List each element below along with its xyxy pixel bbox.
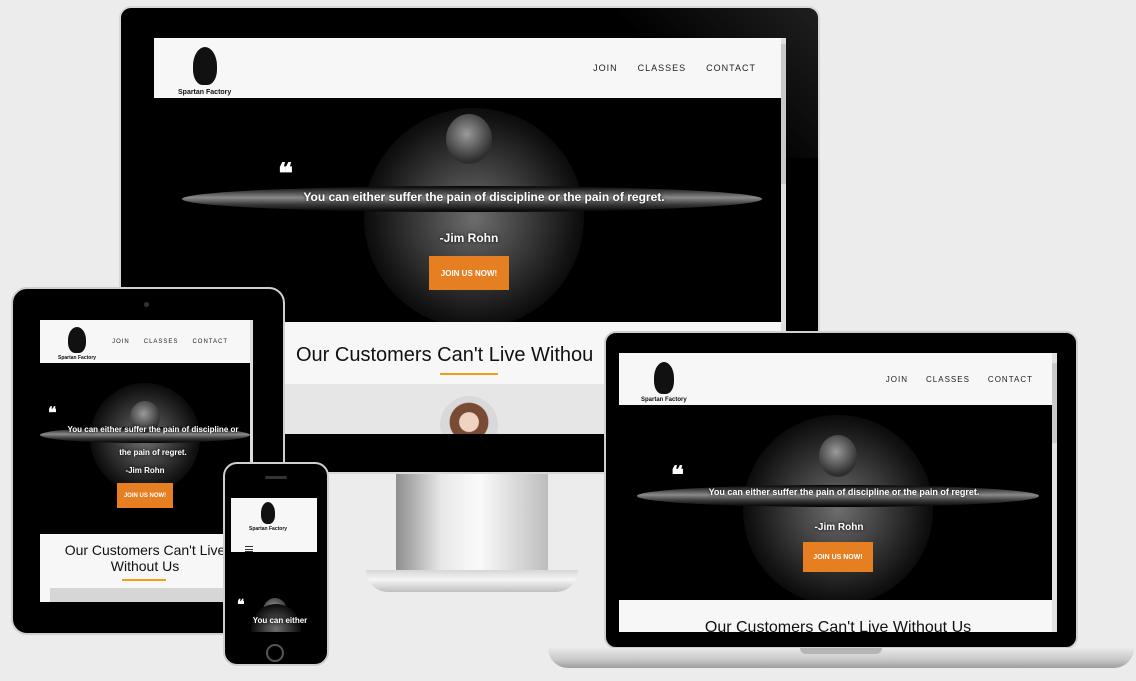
monitor-navbar: Spartan Factory JOIN CLASSES CONTACT [154,38,786,98]
laptop-section-title: Our Customers Can't Live Without Us [704,619,972,632]
monitor-logo[interactable]: Spartan Factory [178,46,232,96]
monitor-stand-base [366,570,578,592]
quote-mark-icon: ❝ [278,157,294,190]
hero-quote-line2: the pain of regret. [119,448,187,457]
tablet-menu: JOIN CLASSES CONTACT [112,339,228,345]
monitor-title-underline [440,373,498,375]
nav-classes[interactable]: CLASSES [926,375,970,384]
spartan-helmet-icon [68,326,87,353]
hero-quote: You can either [252,616,308,625]
brand-name: Spartan Factory [58,354,97,361]
tablet-section-title-line2: Without Us [110,558,180,574]
tablet-title-underline [122,579,166,581]
phone-navbar: Spartan Factory [231,498,317,552]
join-us-button[interactable]: JOIN US NOW! [117,483,173,508]
hero-author: -Jim Rohn [125,466,165,475]
tablet-hero: ❝ You can either suffer the pain of disc… [40,363,250,528]
phone-screen: Spartan Factory ❝ You can either [231,498,317,632]
spartan-helmet-icon [261,502,276,524]
nav-classes[interactable]: CLASSES [144,339,179,345]
spartan-helmet-icon [192,46,217,85]
hero-author: -Jim Rohn [439,231,499,245]
quote-mark-icon: ❝ [671,460,684,489]
nav-contact[interactable]: CONTACT [192,339,228,345]
tablet-section-title-line1: Our Customers Can't Live [64,542,226,558]
monitor-bottom-bezel [284,434,604,472]
monitor-section-title: Our Customers Can't Live Withou [296,344,594,366]
nav-join[interactable]: JOIN [593,63,618,73]
tablet-logo[interactable]: Spartan Factory [58,326,97,361]
phone-hero: ❝ You can either [231,552,317,632]
tablet-navbar: Spartan Factory JOIN CLASSES CONTACT [40,320,250,363]
tablet-testimonial-band [50,588,250,602]
nav-contact[interactable]: CONTACT [988,375,1033,384]
hero-quote-line1: You can either suffer the pain of discip… [67,425,239,434]
join-us-button[interactable]: JOIN US NOW! [429,256,509,290]
laptop-scroll-thumb[interactable] [1052,363,1057,443]
laptop-trackpad-notch [800,648,882,654]
tablet-screen: Spartan Factory JOIN CLASSES CONTACT ❝ Y… [40,320,250,602]
hero-quote: You can either suffer the pain of discip… [708,487,980,497]
nav-join[interactable]: JOIN [886,375,908,384]
monitor-scroll-thumb[interactable] [781,44,786,184]
hero-head [819,435,857,477]
phone-speaker [265,476,287,479]
monitor-stand-neck [396,474,548,574]
join-us-button[interactable]: JOIN US NOW! [803,542,873,572]
laptop-screen: Spartan Factory JOIN CLASSES CONTACT ❝ Y… [619,353,1057,632]
quote-mark-icon: ❝ [48,403,57,422]
nav-classes[interactable]: CLASSES [638,63,687,73]
brand-name: Spartan Factory [178,88,232,96]
laptop-base [548,648,1134,668]
laptop-navbar: Spartan Factory JOIN CLASSES CONTACT [619,353,1057,405]
monitor-menu: JOIN CLASSES CONTACT [593,63,756,73]
hero-author: -Jim Rohn [814,522,864,533]
brand-name: Spartan Factory [641,396,687,403]
laptop-menu: JOIN CLASSES CONTACT [886,375,1033,384]
laptop-scrollbar[interactable] [1052,353,1057,632]
nav-join[interactable]: JOIN [112,339,130,345]
quote-mark-icon: ❝ [237,597,245,613]
tablet-camera-icon [144,302,149,307]
hero-quote: You can either suffer the pain of discip… [303,190,665,204]
brand-name: Spartan Factory [249,526,288,532]
nav-contact[interactable]: CONTACT [706,63,756,73]
laptop-hero: ❝ You can either suffer the pain of disc… [619,405,1057,600]
laptop-logo[interactable]: Spartan Factory [641,361,687,403]
spartan-helmet-icon [653,361,674,394]
tablet-gap [40,528,250,534]
phone-home-button[interactable] [266,644,284,662]
phone-logo[interactable]: Spartan Factory [249,502,287,532]
hero-head [446,114,492,164]
